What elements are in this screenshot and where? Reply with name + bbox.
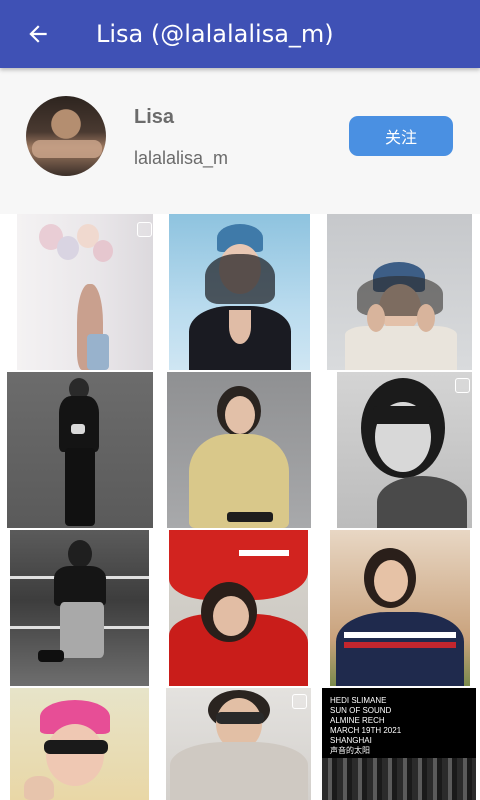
select-checkbox[interactable] xyxy=(455,378,470,393)
photo-cap-hands-frame[interactable] xyxy=(327,214,472,370)
photo-sun-of-sound-poster[interactable]: HEDI SLIMANE SUN OF SOUND ALMINE RECH MA… xyxy=(322,688,476,800)
back-button[interactable] xyxy=(10,6,66,62)
photo-knit-sweater[interactable] xyxy=(167,372,311,528)
photo-red-jacket[interactable] xyxy=(169,530,308,686)
avatar[interactable] xyxy=(26,96,106,176)
photo-blue-cap-portrait[interactable] xyxy=(169,214,310,370)
photo-sunglasses-fur[interactable] xyxy=(166,688,311,800)
profile-username: lalalalisa_m xyxy=(134,148,229,168)
photo-balloons[interactable] xyxy=(17,214,153,370)
profile-header: Lisa lalalalisa_m 关注 xyxy=(0,68,480,214)
follow-button[interactable]: 关注 xyxy=(349,116,453,156)
select-checkbox[interactable] xyxy=(292,694,307,709)
poster-text: HEDI SLIMANE SUN OF SOUND ALMINE RECH MA… xyxy=(330,696,402,755)
profile-name: Lisa xyxy=(134,106,175,128)
photo-bw-closeup[interactable] xyxy=(337,372,472,528)
photo-pink-beanie[interactable] xyxy=(10,688,149,800)
photo-striped-jacket[interactable] xyxy=(330,530,470,686)
app-bar: Lisa (@lalalalisa_m) xyxy=(0,0,480,68)
arrow-back-icon xyxy=(29,25,47,43)
photo-black-suit-full-body[interactable] xyxy=(7,372,153,528)
select-checkbox[interactable] xyxy=(137,222,152,237)
photo-grid: HEDI SLIMANE SUN OF SOUND ALMINE RECH MA… xyxy=(0,214,480,800)
page-title: Lisa (@lalalalisa_m) xyxy=(96,20,334,48)
photo-bw-tennis-court[interactable] xyxy=(10,530,149,686)
